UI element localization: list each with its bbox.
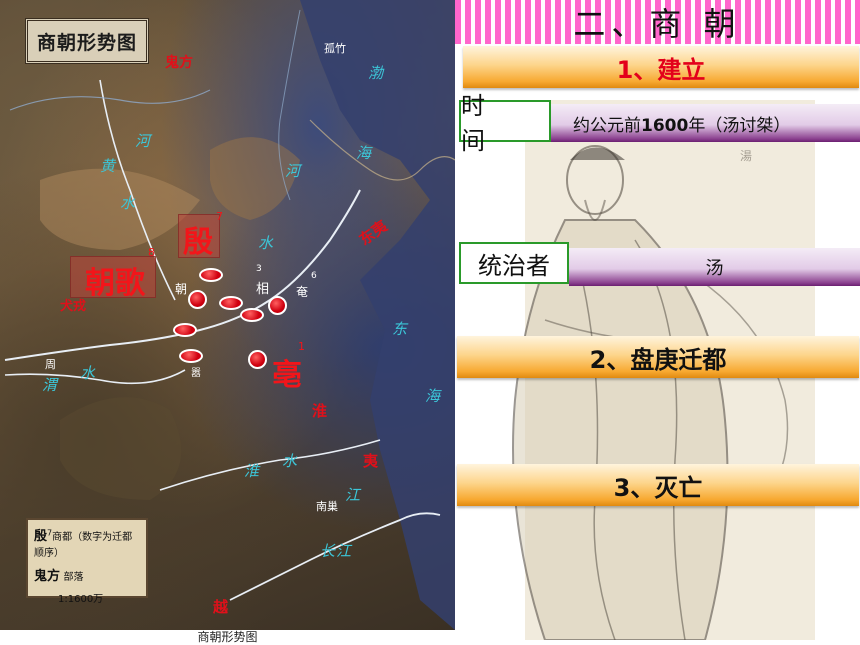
map-title: 商朝形势图 — [25, 18, 149, 64]
label-jiang: 江 — [345, 486, 361, 504]
label-hai-2: 海 — [425, 387, 441, 405]
label-he-1: 河 — [285, 162, 301, 180]
label-he-2: 河 — [135, 132, 151, 150]
slide-panel: 湯 二、商 朝 1、建立 时 间 约公元前1600年（汤讨桀） 统治者 汤 2、… — [455, 0, 860, 645]
label-huang: 黄 — [100, 157, 116, 175]
capital-marker — [199, 268, 223, 282]
label-yue: 越 — [213, 598, 229, 616]
map-caption: 商朝形势图 — [0, 630, 455, 645]
label-bo: 亳 — [272, 358, 302, 393]
label-chaoge: 朝歌 — [85, 266, 145, 301]
slide-heading-text: 二、商 朝 — [573, 5, 742, 43]
ruler-label: 统治者 — [459, 242, 569, 284]
capital-marker — [179, 349, 203, 363]
label-nanchao: 南巢 — [316, 500, 338, 513]
time-label: 时 间 — [459, 92, 551, 155]
label-yi: 夷 — [363, 452, 379, 470]
label-chang: 长 — [320, 542, 336, 560]
section-establish-title: 1、建立 — [616, 55, 706, 84]
time-value: 约公元前1600年（汤讨桀） — [573, 111, 790, 136]
section-capital-move-bar: 2、盘庚迁都 — [457, 336, 859, 378]
label-east: 东 — [392, 320, 408, 338]
chaoge-box: 朝歌 — [70, 256, 156, 301]
label-hai-1: 海 — [356, 144, 372, 162]
chaoge-number: 8 — [148, 246, 155, 259]
section-fall-bar: 3、灭亡 — [457, 464, 859, 506]
capital-marker — [173, 323, 197, 337]
label-yin: 殷 — [183, 225, 213, 260]
capital-marker — [188, 290, 207, 309]
yan-number: 6 — [311, 271, 317, 281]
shang-map: 商朝形势图 鬼方 犬戎 东夷 淮 夷 越 朝歌 8 殷 7 亳 1 孤竹 相 3… — [0, 0, 455, 630]
capital-marker — [268, 296, 287, 315]
ruler-value: 汤 — [705, 258, 724, 279]
label-ao: 嚣 — [191, 368, 201, 379]
legend-tribe-text: 部落 — [63, 572, 84, 583]
label-chao-small: 朝 — [175, 282, 188, 296]
time-value-year: 1600 — [641, 115, 689, 136]
capital-marker — [219, 296, 243, 310]
section-fall-title: 3、灭亡 — [613, 473, 703, 502]
label-huai: 淮 — [312, 402, 328, 420]
time-value-bar: 约公元前1600年（汤讨桀） — [551, 104, 860, 142]
label-guifang: 鬼方 — [165, 55, 193, 71]
ruler-value-bar: 汤 — [569, 248, 860, 286]
legend-scale: 1:1600万 — [58, 594, 104, 605]
capital-marker — [240, 308, 264, 322]
slide-heading: 二、商 朝 — [455, 0, 860, 44]
bo-number: 1 — [298, 340, 305, 353]
label-xiang: 相 — [256, 282, 270, 297]
yin-box: 殷 — [178, 214, 220, 260]
label-shui-4: 水 — [282, 452, 298, 470]
xiang-number: 3 — [256, 264, 262, 274]
map-legend: 殷7商都（数字为迁都顺序） 鬼方 部落 1:1600万 — [26, 518, 148, 605]
label-yan: 奄 — [296, 285, 309, 299]
label-shui-1: 水 — [120, 194, 136, 212]
yin-number: 7 — [216, 210, 223, 223]
section-capital-move-title: 2、盘庚迁都 — [589, 345, 727, 374]
label-zhou: 周 — [45, 358, 56, 371]
time-value-suffix: 年（汤讨桀） — [688, 115, 791, 136]
capital-marker — [248, 350, 267, 369]
section-establish-bar: 1、建立 — [463, 46, 859, 88]
label-guzhu: 孤竹 — [324, 42, 346, 55]
label-huai-river: 淮 — [244, 462, 260, 480]
label-jiang-2: 江 — [336, 542, 352, 560]
label-shui-3: 水 — [80, 364, 96, 382]
svg-text:湯: 湯 — [740, 149, 752, 163]
time-value-prefix: 约公元前 — [573, 115, 641, 136]
label-shui-2: 水 — [258, 234, 274, 252]
label-wei: 渭 — [42, 376, 58, 394]
label-bo-sea: 渤 — [368, 64, 384, 82]
legend-tribe-symbol: 鬼方 — [34, 569, 61, 584]
legend-capital-symbol: 殷 — [34, 529, 48, 544]
